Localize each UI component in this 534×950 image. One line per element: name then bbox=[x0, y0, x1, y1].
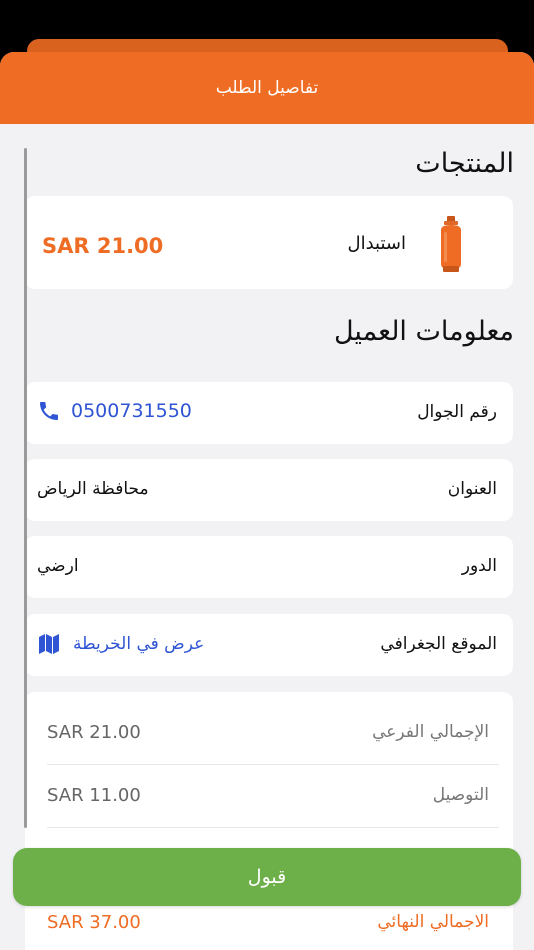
floor-label: الدور bbox=[461, 556, 497, 576]
product-name: استبدال bbox=[347, 233, 406, 254]
subtotal-row: الإجمالي الفرعي SAR 21.00 bbox=[47, 702, 499, 765]
order-details-sheet: تفاصيل الطلب المنتجات استبدال SAR 21.00 … bbox=[0, 52, 534, 950]
phone-number[interactable]: 0500731550 bbox=[71, 400, 192, 422]
product-card: استبدال SAR 21.00 bbox=[25, 196, 513, 289]
map-icon[interactable] bbox=[37, 632, 61, 656]
product-price: SAR 21.00 bbox=[42, 234, 164, 258]
page-title: تفاصيل الطلب bbox=[215, 78, 319, 98]
totals-card: الإجمالي الفرعي SAR 21.00 التوصيل SAR 11… bbox=[25, 692, 513, 950]
scrollbar[interactable] bbox=[24, 148, 27, 828]
address-label: العنوان bbox=[447, 479, 497, 499]
customer-section-title: معلومات العميل bbox=[333, 316, 514, 347]
subtotal-label: الإجمالي الفرعي bbox=[372, 722, 489, 742]
final-total-value: SAR 37.00 bbox=[47, 912, 141, 933]
gas-cylinder-icon bbox=[441, 216, 461, 272]
subtotal-value: SAR 21.00 bbox=[47, 722, 141, 743]
final-total-label: الاجمالي النهائي bbox=[377, 912, 489, 932]
address-value: محافظة الرياض bbox=[37, 479, 149, 499]
location-row: الموقع الجغرافي عرض في الخريطة bbox=[25, 614, 513, 676]
sheet-header: تفاصيل الطلب bbox=[0, 52, 534, 124]
phone-label: رقم الجوال bbox=[417, 402, 497, 422]
delivery-label: التوصيل bbox=[432, 785, 489, 805]
scroll-content[interactable]: المنتجات استبدال SAR 21.00 معلومات العمي… bbox=[0, 124, 534, 950]
location-label: الموقع الجغرافي bbox=[380, 634, 497, 654]
view-on-map-link[interactable]: عرض في الخريطة bbox=[37, 632, 204, 656]
products-section-title: المنتجات bbox=[415, 148, 514, 179]
phone-link[interactable]: 0500731550 bbox=[37, 399, 192, 423]
floor-row: الدور ارضي bbox=[25, 536, 513, 598]
phone-icon[interactable] bbox=[37, 399, 61, 423]
delivery-value: SAR 11.00 bbox=[47, 785, 141, 806]
phone-row: رقم الجوال 0500731550 bbox=[25, 382, 513, 444]
accept-button[interactable]: قبول bbox=[13, 848, 521, 906]
delivery-row: التوصيل SAR 11.00 bbox=[47, 765, 499, 828]
view-on-map-label[interactable]: عرض في الخريطة bbox=[73, 634, 204, 654]
address-row: العنوان محافظة الرياض bbox=[25, 459, 513, 521]
floor-value: ارضي bbox=[37, 556, 79, 576]
